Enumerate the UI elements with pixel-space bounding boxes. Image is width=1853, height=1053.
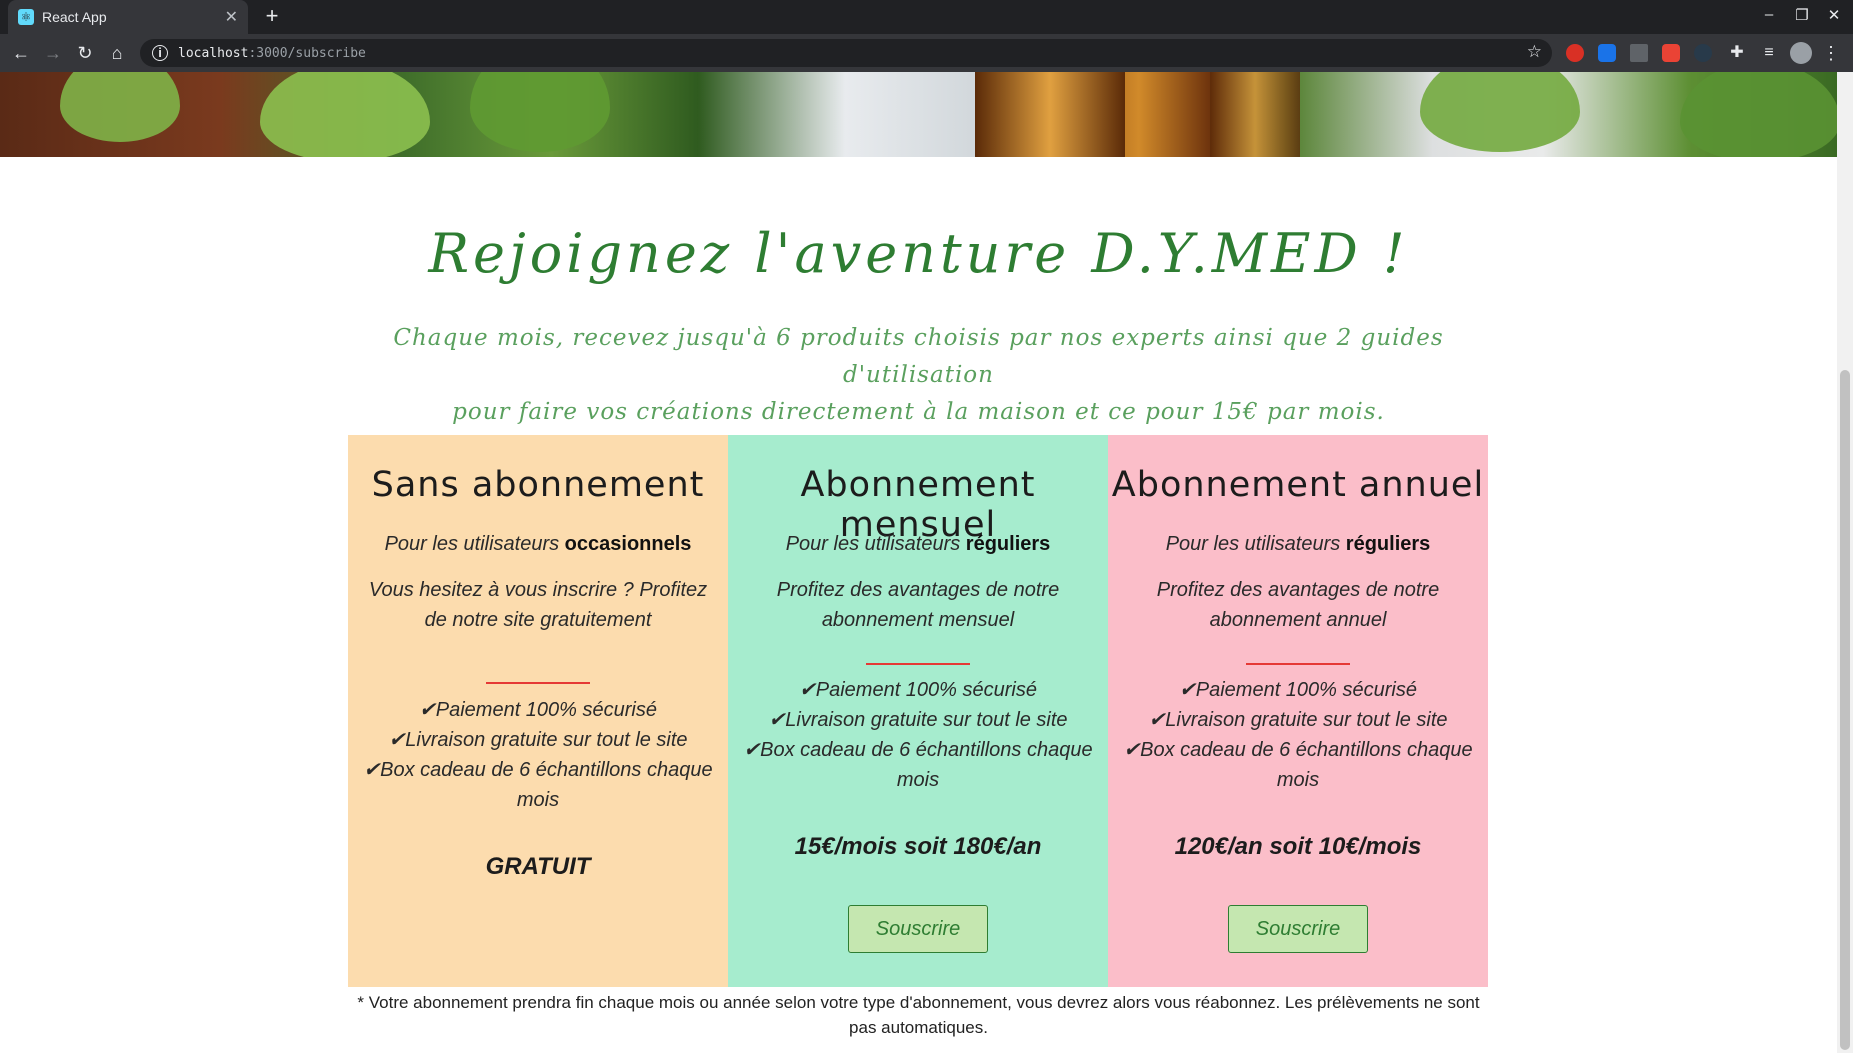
audience-type: réguliers xyxy=(965,533,1051,555)
plan-divider xyxy=(486,682,590,684)
plan-audience: Pour les utilisateurs réguliers xyxy=(728,533,1108,556)
extension-pen-icon[interactable] xyxy=(1630,44,1648,62)
plan-name: Abonnement annuel xyxy=(1111,465,1485,505)
subtitle-line-1: Chaque mois, recevez jusqu'à 6 produits … xyxy=(393,325,1444,388)
feature-item: ✔Paiement 100% sécurisé xyxy=(1179,679,1417,701)
feature-item: ✔Box cadeau de 6 échantillons chaque moi… xyxy=(1123,739,1473,791)
plan-price: 120€/an soit 10€/mois xyxy=(1174,833,1422,860)
page-subtitle: Chaque mois, recevez jusqu'à 6 produits … xyxy=(370,320,1467,431)
new-tab-button[interactable]: + xyxy=(260,5,284,29)
url-path: :3000/subscribe xyxy=(248,45,366,61)
plan-name: Sans abonnement xyxy=(371,465,705,505)
plan-description: Vous hesitez à vous inscrire ? Profitez … xyxy=(368,579,708,631)
feature-item: ✔Livraison gratuite sur tout le site xyxy=(768,709,1068,731)
leaf-shape xyxy=(260,72,430,157)
plan-divider xyxy=(866,663,970,665)
react-favicon-icon: ⚛ xyxy=(18,9,34,25)
feature-item: ✔Box cadeau de 6 échantillons chaque moi… xyxy=(363,759,713,811)
profile-avatar[interactable] xyxy=(1790,42,1812,64)
leaf-shape xyxy=(470,72,610,152)
media-queue-icon[interactable]: ≡ xyxy=(1756,41,1782,65)
bottle-shape xyxy=(975,72,1125,157)
plan-audience: Pour les utilisateurs réguliers xyxy=(1108,533,1488,556)
plan-price: GRATUIT xyxy=(485,853,591,880)
browser-toolbar: ← → ↻ ⌂ i localhost :3000/subscribe ☆ ✚ … xyxy=(0,34,1853,72)
bottle-shape xyxy=(1210,72,1300,157)
subscription-footnote: * Votre abonnement prendra fin chaque mo… xyxy=(357,993,1480,1037)
back-icon[interactable]: ← xyxy=(8,41,34,65)
feature-item: ✔Livraison gratuite sur tout le site xyxy=(1148,709,1448,731)
audience-prefix: Pour les utilisateurs xyxy=(1165,533,1346,555)
scrollbar-thumb[interactable] xyxy=(1840,370,1850,1050)
address-bar[interactable]: i localhost :3000/subscribe ☆ xyxy=(140,39,1552,67)
page-title: Rejoignez l'aventure D.Y.MED ! xyxy=(428,222,1409,285)
extension-blue-icon[interactable] xyxy=(1598,44,1616,62)
plan-description: Profitez des avantages de notre abonneme… xyxy=(776,579,1060,631)
subtitle-line-2: pour faire vos créations directement à l… xyxy=(452,399,1385,425)
audience-type: réguliers xyxy=(1345,533,1431,555)
plan-features: ✔Paiement 100% sécurisé ✔Livraison gratu… xyxy=(738,675,1098,795)
bookmark-star-icon[interactable]: ☆ xyxy=(1527,42,1542,62)
leaf-shape xyxy=(60,72,180,142)
url-host: localhost xyxy=(178,45,249,61)
tab-title: React App xyxy=(42,9,107,25)
minimize-window-button[interactable]: – xyxy=(1757,6,1781,23)
menu-kebab-icon[interactable]: ⋮ xyxy=(1818,41,1844,65)
leaf-shape xyxy=(1680,72,1837,157)
plan-card-monthly: Abonnement mensuel Pour les utilisateurs… xyxy=(728,435,1108,987)
close-window-button[interactable]: ✕ xyxy=(1822,6,1846,24)
plan-divider xyxy=(1246,663,1350,665)
page-viewport: Rejoignez l'aventure D.Y.MED ! Chaque mo… xyxy=(0,72,1837,1053)
extension-dark-icon[interactable] xyxy=(1694,44,1712,62)
plan-card-free: Sans abonnement Pour les utilisateurs oc… xyxy=(348,435,728,987)
forward-icon[interactable]: → xyxy=(40,41,66,65)
home-icon[interactable]: ⌂ xyxy=(104,41,130,65)
plan-description: Profitez des avantages de notre abonneme… xyxy=(1156,579,1440,631)
extension-red-icon[interactable] xyxy=(1566,44,1584,62)
audience-prefix: Pour les utilisateurs xyxy=(785,533,966,555)
restore-window-button[interactable]: ❐ xyxy=(1790,6,1814,24)
subscribe-monthly-button[interactable]: Souscrire xyxy=(848,905,988,953)
site-info-icon[interactable]: i xyxy=(152,45,168,61)
extension-off-icon[interactable] xyxy=(1662,44,1680,62)
extensions-puzzle-icon[interactable]: ✚ xyxy=(1724,41,1750,65)
plan-features: ✔Paiement 100% sécurisé ✔Livraison gratu… xyxy=(358,695,718,815)
audience-prefix: Pour les utilisateurs xyxy=(384,533,565,555)
plan-features: ✔Paiement 100% sécurisé ✔Livraison gratu… xyxy=(1118,675,1478,795)
browser-tab-bar: ⚛ React App ✕ + – ❐ ✕ xyxy=(0,0,1853,34)
close-tab-icon[interactable]: ✕ xyxy=(225,7,238,27)
feature-item: ✔Box cadeau de 6 échantillons chaque moi… xyxy=(743,739,1093,791)
audience-type: occasionnels xyxy=(564,533,692,555)
plan-price: 15€/mois soit 180€/an xyxy=(794,833,1042,860)
subscribe-yearly-button[interactable]: Souscrire xyxy=(1228,905,1368,953)
plans-container: Sans abonnement Pour les utilisateurs oc… xyxy=(348,435,1489,987)
reload-icon[interactable]: ↻ xyxy=(72,41,98,65)
plan-audience: Pour les utilisateurs occasionnels xyxy=(348,533,728,556)
hero-banner-image xyxy=(0,72,1837,157)
leaf-shape xyxy=(1420,72,1580,152)
feature-item: ✔Paiement 100% sécurisé xyxy=(419,699,657,721)
feature-item: ✔Paiement 100% sécurisé xyxy=(799,679,1037,701)
plan-card-yearly: Abonnement annuel Pour les utilisateurs … xyxy=(1108,435,1488,987)
browser-tab[interactable]: ⚛ React App ✕ xyxy=(8,0,248,34)
feature-item: ✔Livraison gratuite sur tout le site xyxy=(388,729,688,751)
